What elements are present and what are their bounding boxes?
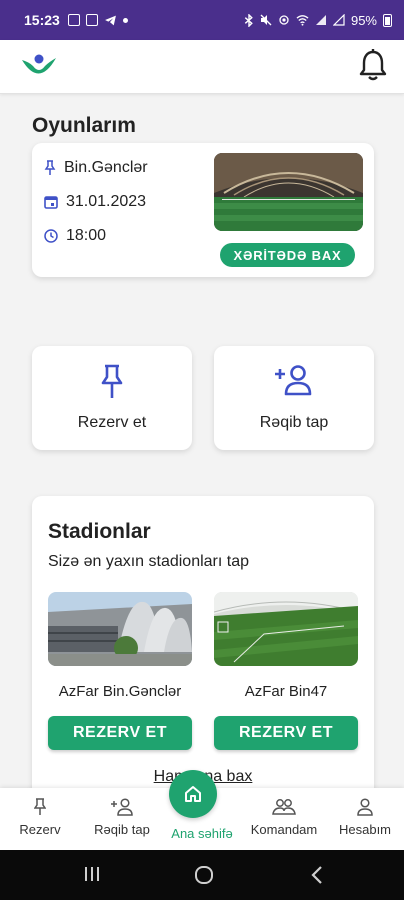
nav-label-account: Hesabım (338, 822, 392, 837)
system-navigation-bar (0, 850, 404, 900)
app-logo-icon (22, 54, 56, 74)
stadium-item[interactable]: AzFar Bin.Gənclər REZERV ET (48, 592, 192, 750)
more-notifications-icon (122, 17, 128, 23)
stadium-name: AzFar Bin47 (244, 683, 328, 700)
view-on-map-button[interactable]: XƏRİTƏDƏ BAX (220, 243, 355, 267)
nav-label-find-opponent: Rəqib tap (94, 822, 150, 837)
wifi-icon (296, 15, 309, 26)
signal-icon (315, 15, 326, 25)
game-date-row: 31.01.2023 (44, 193, 146, 211)
hotspot-icon (279, 15, 289, 25)
status-time: 15:23 (24, 12, 60, 28)
mute-icon (260, 14, 272, 26)
nav-label-my-team: Komandam (250, 822, 318, 837)
stadium-photo (213, 592, 359, 666)
reserve-button[interactable]: REZERV ET (48, 716, 192, 750)
add-user-icon (111, 798, 133, 816)
message-icon (85, 14, 98, 26)
user-icon (357, 798, 373, 816)
signal-2-icon (332, 14, 345, 26)
nav-item-find-opponent[interactable]: Rəqib tap (86, 798, 158, 837)
reserve-label: Rezerv et (77, 414, 147, 431)
nav-item-reserve[interactable]: Rezerv (10, 798, 70, 837)
game-date: 31.01.2023 (66, 193, 147, 210)
home-button[interactable] (169, 770, 217, 818)
reserve-button[interactable]: REZERV ET (214, 716, 358, 750)
app-header (0, 40, 404, 94)
nav-item-account[interactable]: Hesabım (332, 798, 398, 837)
stadium-name: AzFar Bin.Gənclər (58, 683, 182, 700)
battery-percent: 95% (350, 12, 377, 28)
game-location-row: Bin.Gənclər (44, 159, 148, 177)
home-icon (185, 786, 201, 802)
game-card[interactable]: Bin.Gənclər 31.01.2023 18:00 XƏRİTƏDƏ BA… (32, 143, 374, 277)
stadium-photo (48, 592, 192, 666)
recent-apps-icon[interactable] (84, 865, 100, 883)
reserve-card[interactable]: Rezerv et (32, 346, 192, 450)
pin-icon (101, 364, 123, 398)
find-opponent-card[interactable]: Rəqib tap (214, 346, 374, 450)
game-time-row: 18:00 (44, 227, 106, 245)
gallery-icon (67, 14, 80, 26)
clock-icon (44, 229, 58, 243)
find-opponent-label: Rəqib tap (259, 414, 329, 431)
calendar-icon (44, 196, 58, 209)
game-location: Bin.Gənclər (64, 159, 148, 176)
nav-label-reserve: Rezerv (19, 822, 61, 837)
back-icon[interactable] (310, 865, 324, 885)
team-icon (272, 799, 296, 815)
add-user-icon (275, 365, 312, 396)
pin-icon (34, 798, 46, 815)
battery-icon (383, 13, 392, 27)
stadiums-subtitle: Sizə ən yaxın stadionları tap (48, 553, 250, 570)
system-indicators: 95% (244, 13, 392, 28)
nav-item-my-team[interactable]: Komandam (244, 798, 324, 837)
bluetooth-icon (244, 13, 253, 27)
my-games-title: Oyunlarım (32, 114, 136, 137)
status-bar: 15:23 95% (0, 0, 404, 40)
nav-label-home: Ana səhifə (171, 826, 233, 841)
home-system-icon[interactable] (194, 865, 214, 885)
game-time: 18:00 (66, 227, 107, 244)
stadiums-card: Stadionlar Sizə ən yaxın stadionları tap… (32, 496, 374, 816)
notification-bell-icon[interactable] (358, 48, 388, 82)
telegram-icon (104, 15, 116, 25)
notification-icons (67, 14, 128, 27)
stadiums-title: Stadionlar (48, 520, 151, 543)
stadium-photo (214, 153, 363, 231)
pin-icon (44, 160, 56, 175)
stadium-item[interactable]: AzFar Bin47 REZERV ET (213, 592, 359, 750)
